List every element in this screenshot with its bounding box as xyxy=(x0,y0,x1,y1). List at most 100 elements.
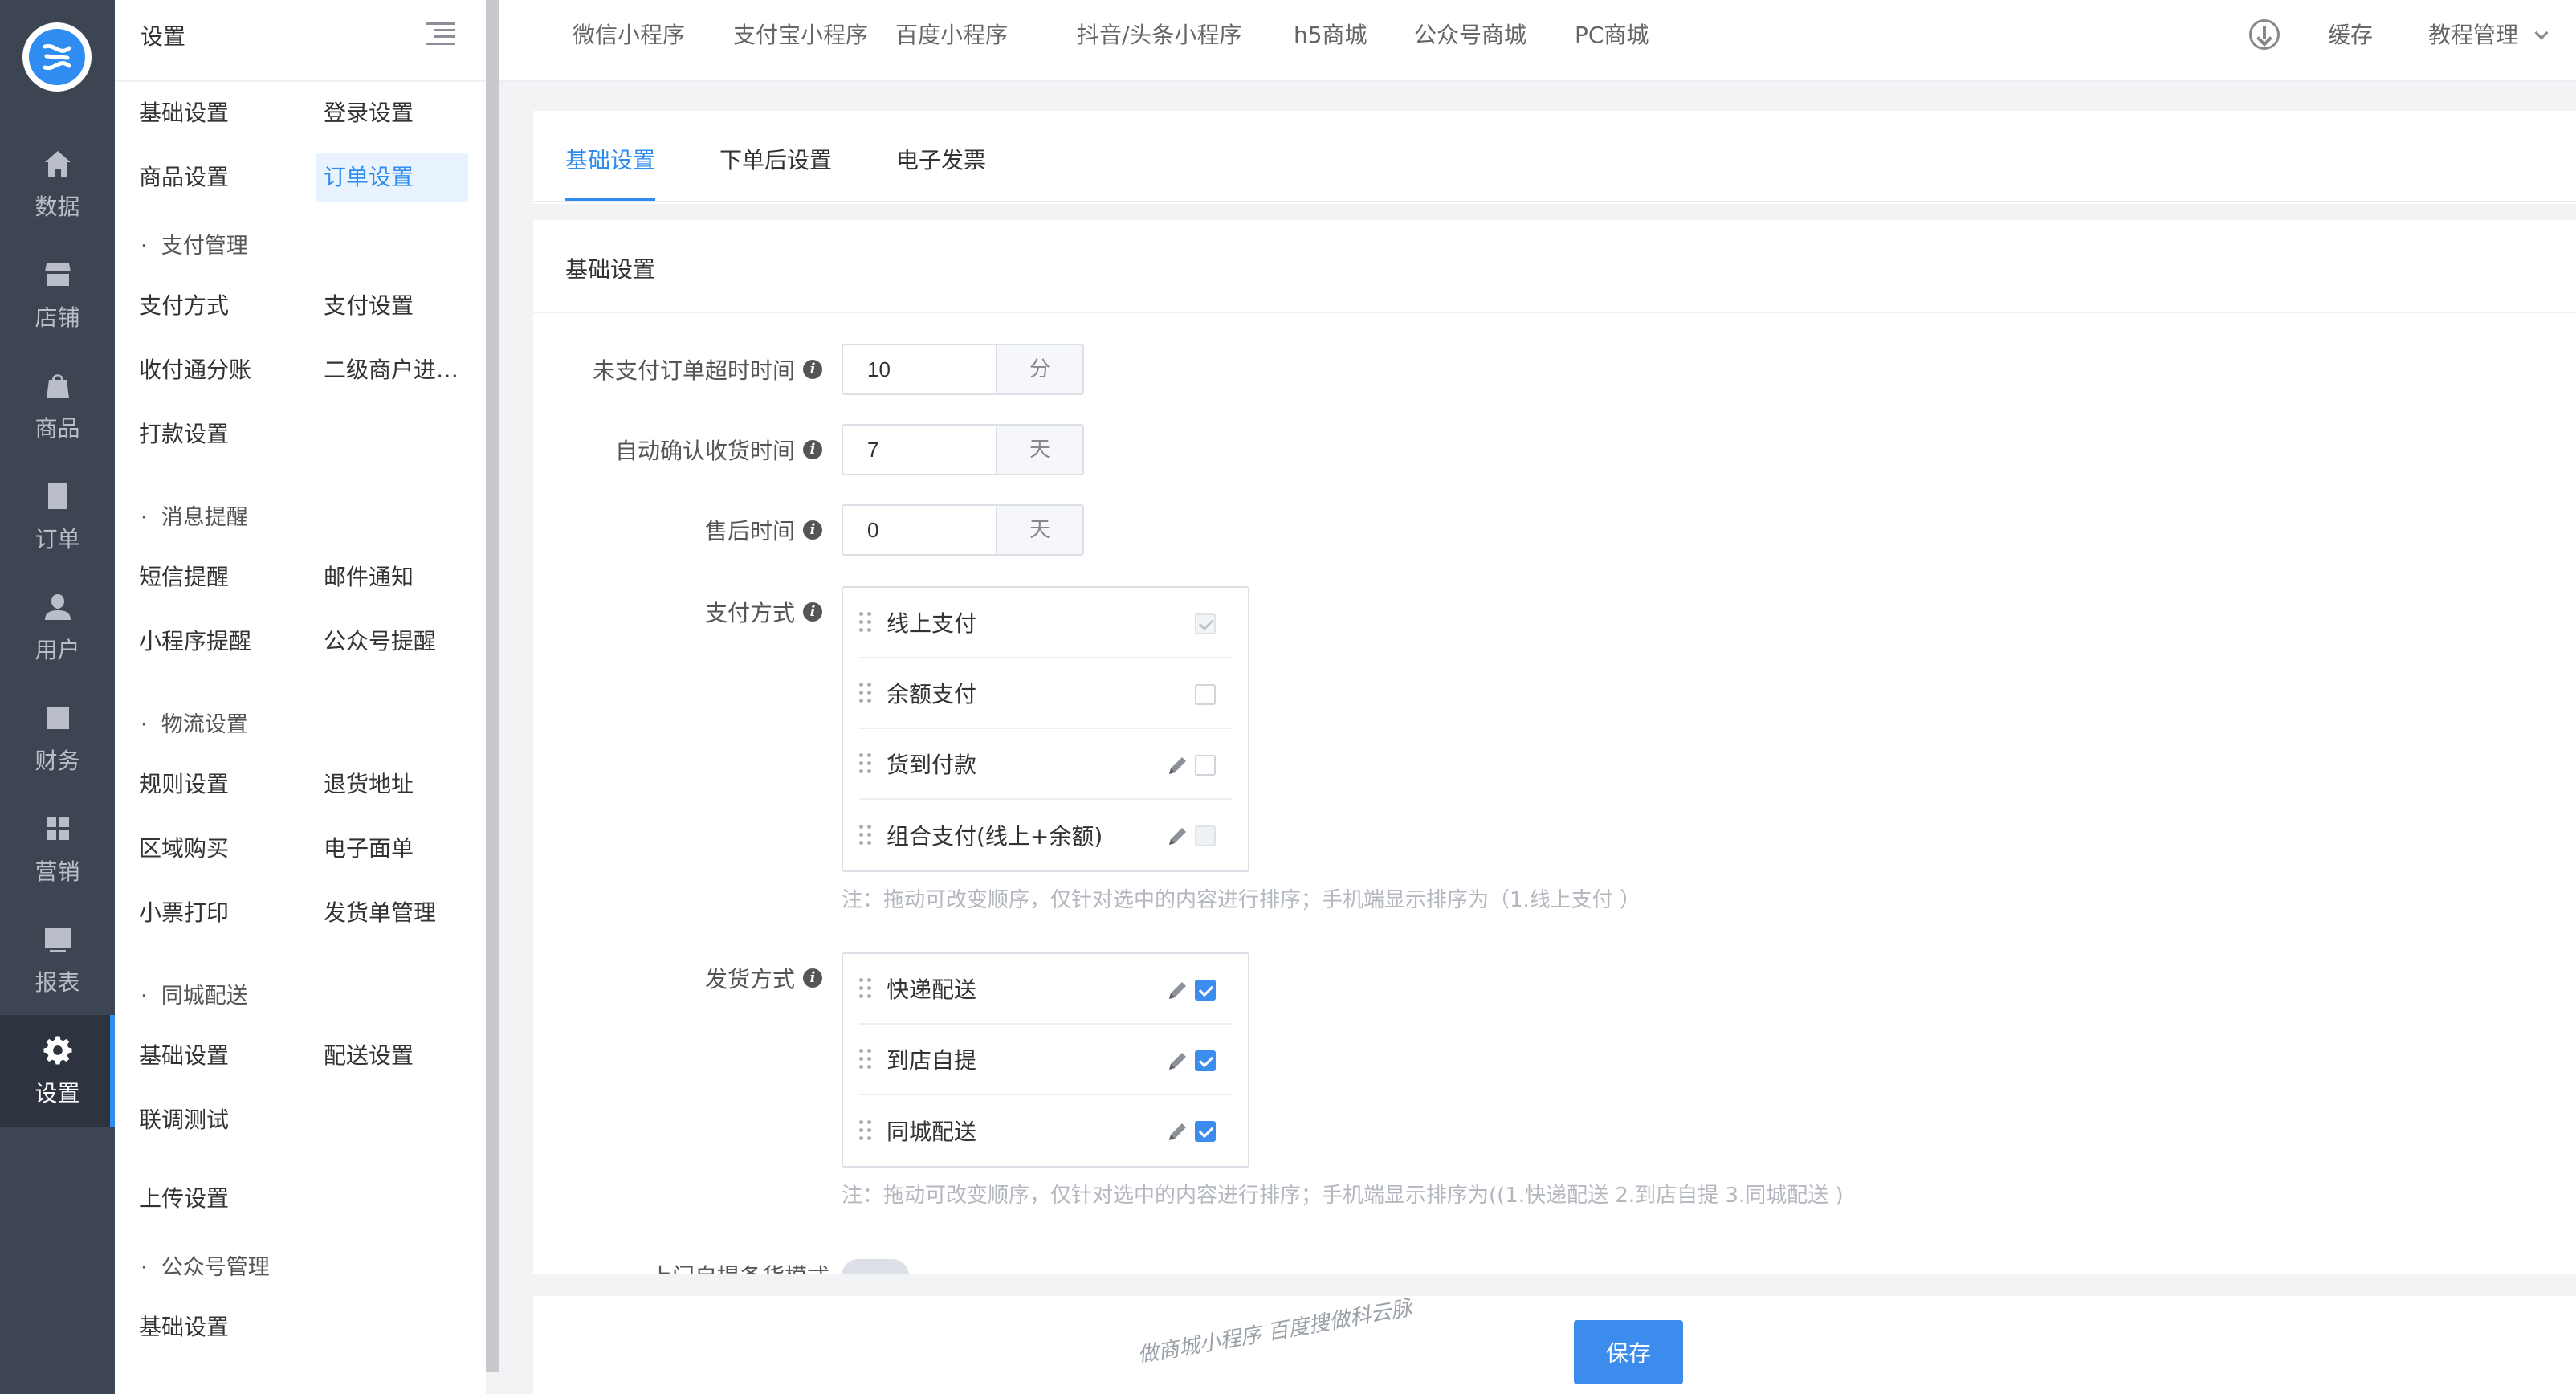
edit-pencil-icon[interactable] xyxy=(1166,1049,1190,1073)
rail-item-user[interactable]: 用户 xyxy=(0,572,115,684)
sidebar-item[interactable]: 规则设置 xyxy=(131,760,300,809)
info-icon[interactable]: i xyxy=(803,520,822,540)
unpaid-timeout-value[interactable]: 10 xyxy=(843,345,997,393)
option-checkbox[interactable] xyxy=(1195,1121,1216,1142)
top-tab[interactable]: 百度小程序 xyxy=(895,18,1008,50)
sidebar-item[interactable]: 联调测试 xyxy=(131,1095,300,1145)
sidebar-item[interactable]: 收付通分账 xyxy=(131,345,300,395)
edit-pencil-icon[interactable] xyxy=(1166,1119,1190,1143)
rail-item-label: 营销 xyxy=(35,858,80,885)
delivery-method-list: 快递配送 到店自提 同城配送 xyxy=(842,952,1249,1168)
rail-item-yen[interactable]: 财务 xyxy=(0,683,115,795)
top-tab[interactable]: 微信小程序 xyxy=(573,18,685,50)
sidebar-item[interactable]: 打款设置 xyxy=(131,410,300,459)
payment-method-label: 支付方式 i xyxy=(705,596,822,628)
info-icon[interactable]: i xyxy=(803,440,822,459)
top-tab[interactable]: 抖音/头条小程序 xyxy=(1077,18,1241,50)
info-icon[interactable]: i xyxy=(803,360,822,379)
logo-icon xyxy=(29,29,85,85)
sidebar-item[interactable]: 退货地址 xyxy=(316,760,468,809)
option-checkbox[interactable] xyxy=(1195,684,1216,705)
payment-option-row[interactable]: 线上支付 xyxy=(859,588,1232,658)
top-tab[interactable]: 公众号商城 xyxy=(1414,18,1526,50)
tab-after-order-settings[interactable]: 下单后设置 xyxy=(719,143,832,175)
pickup-stocking-mode-switch[interactable] xyxy=(842,1259,909,1274)
top-tab[interactable]: PC商城 xyxy=(1575,18,1649,50)
drag-handle-icon[interactable] xyxy=(859,825,874,846)
auto-confirm-input[interactable]: 7 天 xyxy=(842,424,1084,475)
after-sale-input[interactable]: 0 天 xyxy=(842,504,1084,556)
drag-handle-icon[interactable] xyxy=(859,1120,874,1141)
rail-item-label: 店铺 xyxy=(35,304,80,331)
option-checkbox[interactable] xyxy=(1195,755,1216,776)
tab-e-invoice[interactable]: 电子发票 xyxy=(896,143,986,175)
drag-handle-icon[interactable] xyxy=(859,753,874,774)
tab-basic-settings[interactable]: 基础设置 xyxy=(565,143,655,175)
collapse-menu-icon[interactable] xyxy=(426,21,455,47)
drag-handle-icon[interactable] xyxy=(859,1049,874,1070)
sidebar-item[interactable]: 小程序提醒 xyxy=(131,617,300,666)
payment-option-row[interactable]: 货到付款 xyxy=(859,729,1232,800)
sidebar-item[interactable]: 二级商户进… xyxy=(316,345,468,395)
sidebar-item[interactable]: 邮件通知 xyxy=(316,552,468,602)
delivery-option-row[interactable]: 同城配送 xyxy=(859,1095,1232,1166)
rail-item-document[interactable]: 订单 xyxy=(0,461,115,573)
option-checkbox[interactable] xyxy=(1195,980,1216,1001)
sidebar-item[interactable]: 支付方式 xyxy=(131,281,300,331)
rail-item-bag[interactable]: 商品 xyxy=(0,350,115,463)
rail-item-home[interactable]: 数据 xyxy=(0,128,115,241)
sidebar-section-heading[interactable]: · 同城配送 xyxy=(141,978,248,1009)
delivery-option-row[interactable]: 快递配送 xyxy=(859,954,1232,1025)
yen-icon xyxy=(46,707,69,729)
sidebar-item[interactable]: 短信提醒 xyxy=(131,552,300,602)
sidebar-item[interactable]: 基础设置 xyxy=(131,1031,300,1081)
tutorial-menu[interactable]: 教程管理 xyxy=(2428,18,2549,50)
auto-confirm-value[interactable]: 7 xyxy=(843,426,997,474)
option-checkbox[interactable] xyxy=(1195,1050,1216,1071)
edit-pencil-icon[interactable] xyxy=(1166,824,1190,848)
sidebar-item[interactable]: 基础设置 xyxy=(131,88,300,138)
sidebar-item[interactable]: 发货单管理 xyxy=(316,888,468,938)
rail-item-grid[interactable]: 营销 xyxy=(0,793,115,906)
sidebar-section-heading[interactable]: · 公众号管理 xyxy=(141,1249,270,1281)
drag-handle-icon[interactable] xyxy=(859,683,874,703)
top-tab[interactable]: 支付宝小程序 xyxy=(733,18,868,50)
sidebar-item[interactable]: 商品设置 xyxy=(131,153,300,202)
delivery-option-row[interactable]: 到店自提 xyxy=(859,1025,1232,1095)
sidebar-section-heading[interactable]: · 消息提醒 xyxy=(141,499,248,531)
drag-handle-icon[interactable] xyxy=(859,612,874,633)
info-icon[interactable]: i xyxy=(803,968,822,988)
sidebar-item[interactable]: 基础设置 xyxy=(131,1302,300,1352)
sidebar-item[interactable]: 公众号提醒 xyxy=(316,617,468,666)
top-tab[interactable]: h5商城 xyxy=(1294,18,1367,50)
sidebar-item[interactable]: 上传设置 xyxy=(131,1174,300,1224)
edit-pencil-icon[interactable] xyxy=(1166,753,1190,777)
sidebar-item[interactable]: 电子面单 xyxy=(316,824,468,874)
payment-sort-note: 注：拖动可改变顺序，仅针对选中的内容进行排序；手机端显示排序为（1.线上支付 ） xyxy=(842,888,1641,912)
rail-item-gear[interactable]: 设置 xyxy=(0,1015,115,1127)
info-icon[interactable]: i xyxy=(803,602,822,622)
rail-item-store[interactable]: 店铺 xyxy=(0,239,115,352)
sidebar-item[interactable]: 区域购买 xyxy=(131,824,300,874)
sidebar-section-heading[interactable]: · 物流设置 xyxy=(141,707,248,738)
sidebar-item[interactable]: 支付设置 xyxy=(316,281,468,331)
active-tab-indicator xyxy=(565,198,655,201)
sidebar-item[interactable]: 配送设置 xyxy=(316,1031,468,1081)
download-icon[interactable] xyxy=(2249,19,2280,50)
sidebar-scrollbar[interactable] xyxy=(486,0,499,1372)
rail-item-chart[interactable]: 报表 xyxy=(0,904,115,1017)
sidebar-item[interactable]: 小票打印 xyxy=(131,888,300,938)
after-sale-value[interactable]: 0 xyxy=(843,506,997,554)
option-label: 余额支付 xyxy=(887,681,977,707)
payment-option-row[interactable]: 组合支付(线上+余额) xyxy=(859,800,1232,870)
app-logo[interactable] xyxy=(22,22,92,92)
save-button[interactable]: 保存 xyxy=(1574,1320,1683,1384)
unpaid-timeout-input[interactable]: 10 分 xyxy=(842,344,1084,395)
sidebar-section-heading[interactable]: · 支付管理 xyxy=(141,228,248,259)
drag-handle-icon[interactable] xyxy=(859,978,874,999)
sidebar-item[interactable]: 登录设置 xyxy=(316,88,468,138)
payment-option-row[interactable]: 余额支付 xyxy=(859,658,1232,729)
sidebar-item[interactable]: 订单设置 xyxy=(316,153,468,202)
edit-pencil-icon[interactable] xyxy=(1166,978,1190,1002)
cache-button[interactable]: 缓存 xyxy=(2328,18,2373,50)
